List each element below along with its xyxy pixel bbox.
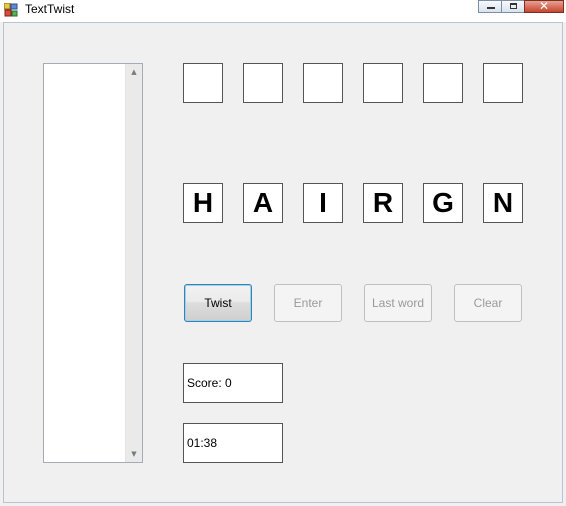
letter-tile-5[interactable]: G [423, 183, 463, 223]
close-button[interactable]: ✕ [524, 0, 564, 13]
minimize-icon [487, 7, 495, 9]
scroll-down-icon[interactable]: ▼ [126, 450, 142, 458]
app-window: TextTwist ✕ ▲ ▼ H A I R G N Twist Enter [0, 0, 566, 506]
answer-slot-6 [483, 63, 523, 103]
enter-button[interactable]: Enter [274, 284, 342, 322]
letter-tile-1[interactable]: H [183, 183, 223, 223]
clear-button[interactable]: Clear [454, 284, 522, 322]
answer-slot-4 [363, 63, 403, 103]
window-title: TextTwist [25, 2, 75, 16]
app-icon [4, 3, 18, 17]
answer-slot-2 [243, 63, 283, 103]
last-word-button[interactable]: Last word [364, 284, 432, 322]
scroll-up-icon[interactable]: ▲ [126, 68, 142, 76]
found-words-list[interactable]: ▲ ▼ [43, 63, 143, 463]
maximize-icon [510, 3, 517, 9]
list-scrollbar[interactable]: ▲ ▼ [125, 64, 142, 462]
letter-tile-2[interactable]: A [243, 183, 283, 223]
minimize-button[interactable] [478, 0, 502, 13]
score-display: Score: 0 [183, 363, 283, 403]
caption-buttons: ✕ [478, 0, 564, 13]
answer-slot-1 [183, 63, 223, 103]
maximize-button[interactable] [501, 0, 525, 13]
close-icon: ✕ [538, 0, 550, 13]
letter-tile-6[interactable]: N [483, 183, 523, 223]
twist-button[interactable]: Twist [184, 284, 252, 322]
answer-slot-5 [423, 63, 463, 103]
title-bar[interactable]: TextTwist ✕ [0, 0, 566, 22]
letter-tile-3[interactable]: I [303, 183, 343, 223]
answer-slot-3 [303, 63, 343, 103]
letter-tile-4[interactable]: R [363, 183, 403, 223]
timer-display: 01:38 [183, 423, 283, 463]
